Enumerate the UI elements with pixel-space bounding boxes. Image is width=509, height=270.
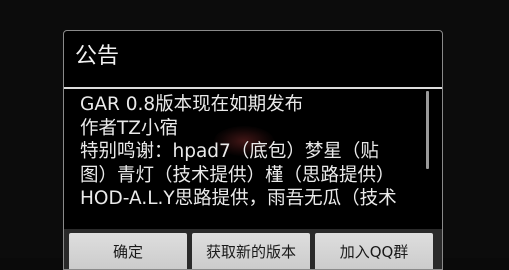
dialog-title: 公告 — [75, 44, 120, 69]
dialog-button-bar: 确定 获取新的版本 加入QQ群 — [64, 229, 442, 269]
get-new-version-button[interactable]: 获取新的版本 — [192, 233, 310, 269]
join-qq-group-button[interactable]: 加入QQ群 — [315, 233, 433, 269]
content-line: GAR 0.8版本现在如期发布 — [80, 94, 304, 115]
content-line: 作者TZ小宿 — [80, 117, 178, 139]
content-line: 图）青灯（技术提供）槿（思路提供） — [80, 164, 395, 186]
content-scrollbar[interactable] — [426, 91, 429, 169]
title-divider — [64, 87, 442, 89]
announcement-dialog: 公告 GAR 0.8版本现在如期发布 作者TZ小宿 特别鸣谢：hpad7（底包）… — [63, 30, 443, 270]
content-line: 特别鸣谢：hpad7（底包）梦星（贴 — [80, 141, 379, 162]
content-line: HOD-A.L.Y思路提供，雨吾无瓜（技术 — [80, 188, 397, 209]
ok-button[interactable]: 确定 — [69, 233, 187, 269]
announcement-content[interactable]: GAR 0.8版本现在如期发布 作者TZ小宿 特别鸣谢：hpad7（底包）梦星（… — [80, 93, 420, 215]
